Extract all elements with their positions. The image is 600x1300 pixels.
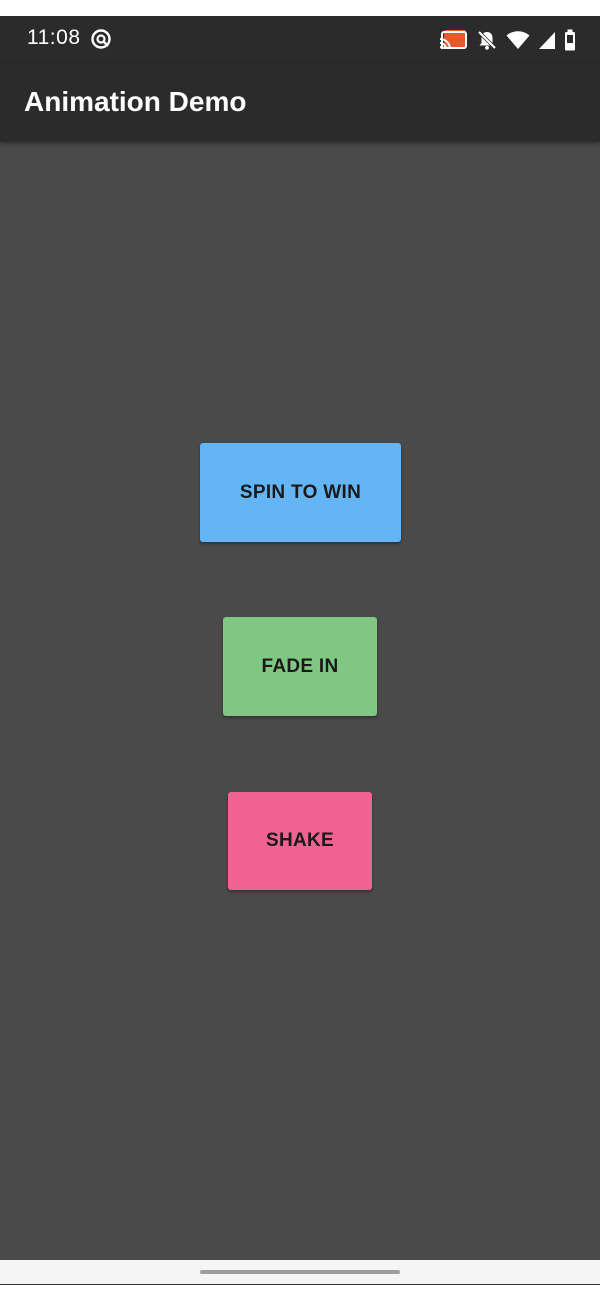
top-bezel	[0, 0, 600, 16]
mute-notifications-icon	[476, 29, 498, 51]
shake-button[interactable]: SHAKE	[228, 792, 372, 890]
auto-sync-icon	[90, 28, 112, 50]
bottom-bezel	[0, 1284, 600, 1300]
fade-in-button[interactable]: FADE IN	[223, 617, 377, 716]
wifi-icon	[506, 30, 530, 50]
shake-label: SHAKE	[265, 830, 334, 851]
app-title: Animation Demo	[24, 86, 247, 117]
cast-icon	[438, 29, 468, 51]
status-time: 11:08	[27, 26, 81, 49]
spin-to-win-label: SPIN TO WIN	[239, 481, 362, 503]
fade-in-label: FADE IN	[261, 655, 339, 677]
home-gesture-handle[interactable]	[200, 1270, 400, 1274]
battery-icon	[564, 29, 576, 51]
spin-to-win-button[interactable]: SPIN TO WIN	[200, 443, 401, 542]
app-bar: Animation Demo	[0, 64, 600, 142]
content-area: SPIN TO WIN FADE IN SHAKE	[0, 142, 600, 1260]
status-icons	[438, 28, 576, 52]
status-bar: 11:08	[0, 16, 600, 64]
cell-signal-icon	[538, 30, 556, 50]
phone-screen: 11:08 Animation Demo SPIN TO WIN FADE IN…	[0, 0, 600, 1300]
navigation-bar	[0, 1260, 600, 1284]
